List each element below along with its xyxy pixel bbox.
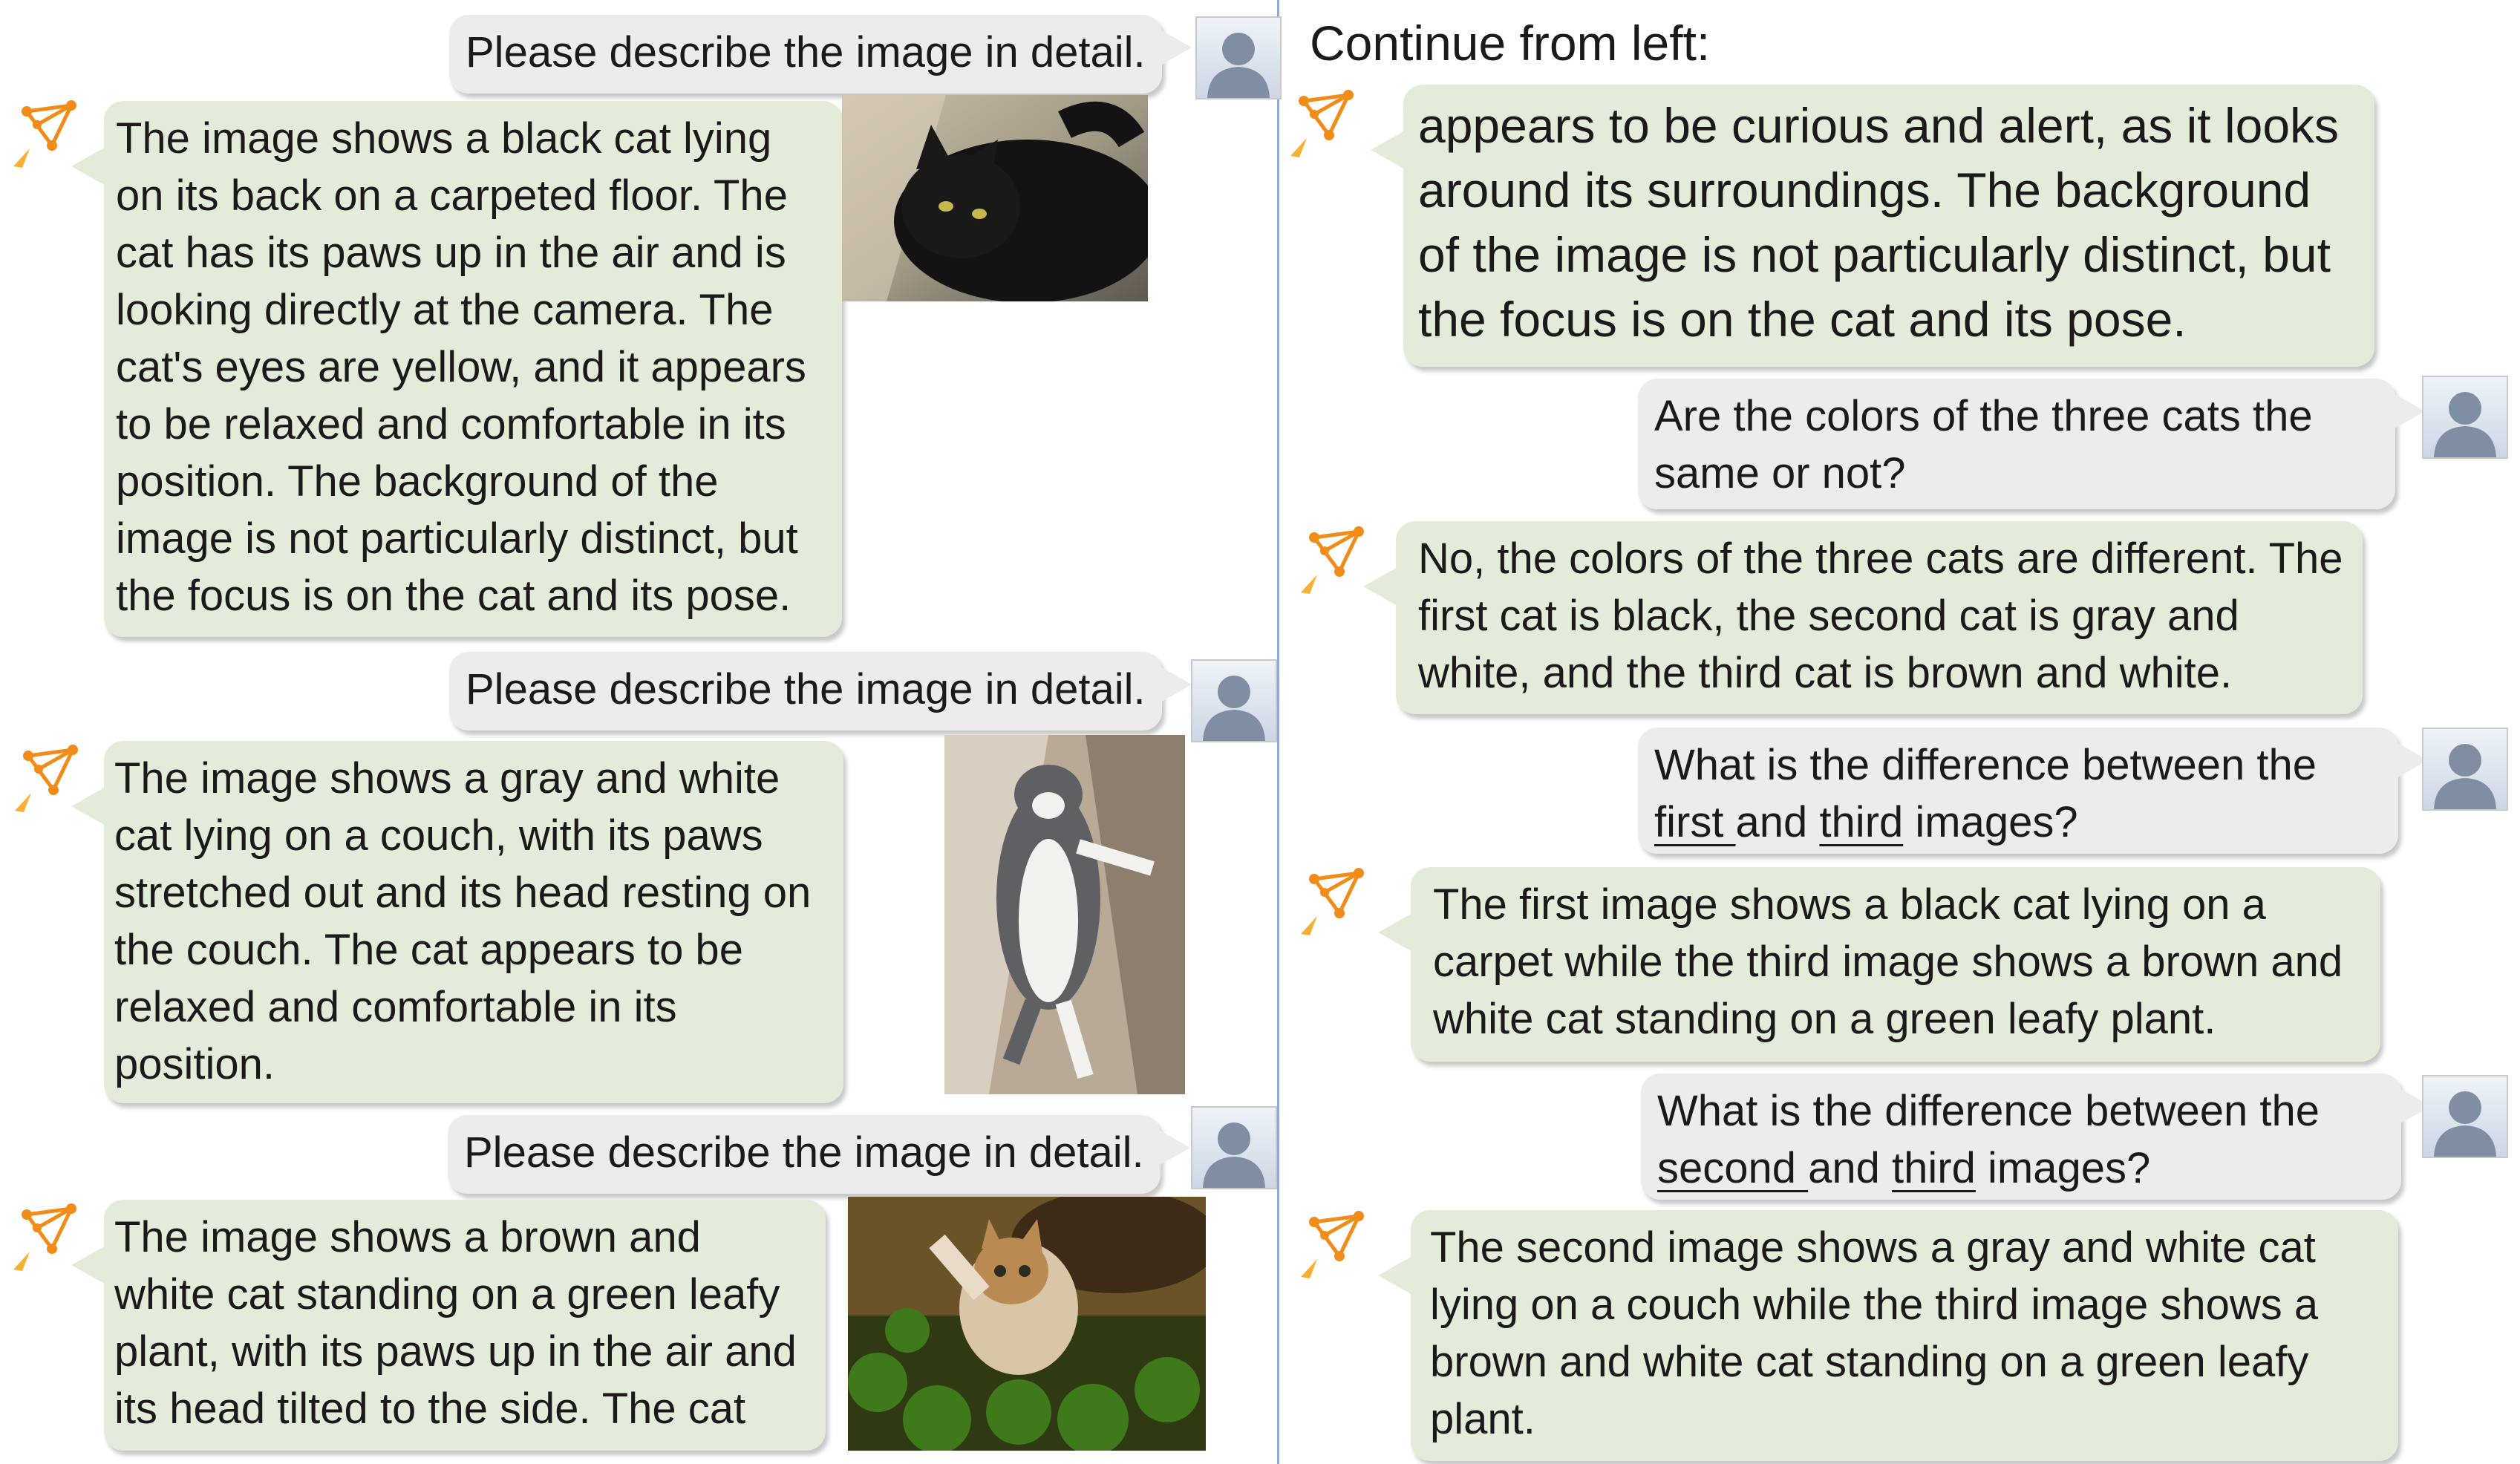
q5-middle: and <box>1735 798 1820 846</box>
bot-message-1: The image shows a black cat lying on its… <box>71 101 842 637</box>
q6-prefix: What is the difference between the <box>1657 1087 2320 1135</box>
bot-message-7: The second image shows a gray and white … <box>1378 1210 2398 1461</box>
user-avatar-icon <box>1191 1106 1277 1189</box>
bot-message-4: appears to be curious and alert, as it l… <box>1371 85 2374 367</box>
user-avatar-icon <box>2422 1075 2508 1158</box>
bot-logo-icon <box>1295 523 1369 597</box>
column-divider <box>1277 0 1279 1464</box>
bot-message-5: No, the colors of the three cats are dif… <box>1363 521 2363 714</box>
user-avatar-icon <box>2422 728 2508 811</box>
user-message-text: Please describe the image in detail. <box>464 1128 1144 1177</box>
user-message-text: Are the colors of the three cats the sam… <box>1654 392 2313 497</box>
user-message-1: Please describe the image in detail. <box>449 15 1192 94</box>
user-message-3: Please describe the image in detail. <box>448 1115 1190 1194</box>
user-avatar-icon <box>1195 16 1282 99</box>
user-message-2: Please describe the image in detail. <box>449 652 1192 731</box>
q5-prefix: What is the difference between the <box>1654 741 2317 789</box>
bot-message-text: The first image shows a black cat lying … <box>1433 880 2343 1043</box>
bot-logo-icon <box>7 1200 82 1274</box>
bot-message-text: The image shows a gray and white cat lyi… <box>114 754 812 1088</box>
q5-underlined-third: third <box>1819 798 1904 846</box>
gray-white-cat-photo <box>944 735 1185 1094</box>
user-message-5: What is the difference between the first… <box>1638 728 2428 854</box>
black-cat-photo <box>842 95 1148 301</box>
bot-message-text: The second image shows a gray and white … <box>1430 1223 2319 1443</box>
user-message-text: Please describe the image in detail. <box>466 28 1146 76</box>
user-message-4: Are the colors of the three cats the sam… <box>1638 379 2425 509</box>
bot-message-3: The image shows a brown and white cat st… <box>71 1200 826 1451</box>
brown-white-cat-photo <box>848 1197 1206 1451</box>
bot-logo-icon <box>1285 86 1359 160</box>
q6-suffix: images? <box>1975 1144 2151 1192</box>
bot-message-text: The image shows a brown and white cat st… <box>114 1213 797 1433</box>
user-message-text: Please describe the image in detail. <box>466 665 1146 713</box>
user-avatar-icon <box>2422 376 2508 459</box>
q5-underlined-first: first <box>1654 798 1736 846</box>
bot-logo-icon <box>7 97 82 171</box>
q6-underlined-third: third <box>1892 1144 1976 1192</box>
bot-message-text: No, the colors of the three cats are dif… <box>1418 535 2343 697</box>
q6-underlined-second: second <box>1657 1144 1809 1192</box>
q5-suffix: images? <box>1903 798 2078 846</box>
user-avatar-icon <box>1191 659 1277 742</box>
page-heading: Continue from left: <box>1310 16 1711 71</box>
bot-message-6: The first image shows a black cat lying … <box>1378 867 2380 1062</box>
bot-logo-icon <box>1295 864 1369 938</box>
bot-message-text: The image shows a black cat lying on its… <box>116 114 806 620</box>
q6-middle: and <box>1808 1144 1893 1192</box>
bot-message-2: The image shows a gray and white cat lyi… <box>71 741 843 1103</box>
bot-logo-icon <box>1295 1207 1369 1281</box>
user-message-6: What is the difference between the secon… <box>1641 1074 2431 1200</box>
bot-message-text: appears to be curious and alert, as it l… <box>1418 98 2340 347</box>
